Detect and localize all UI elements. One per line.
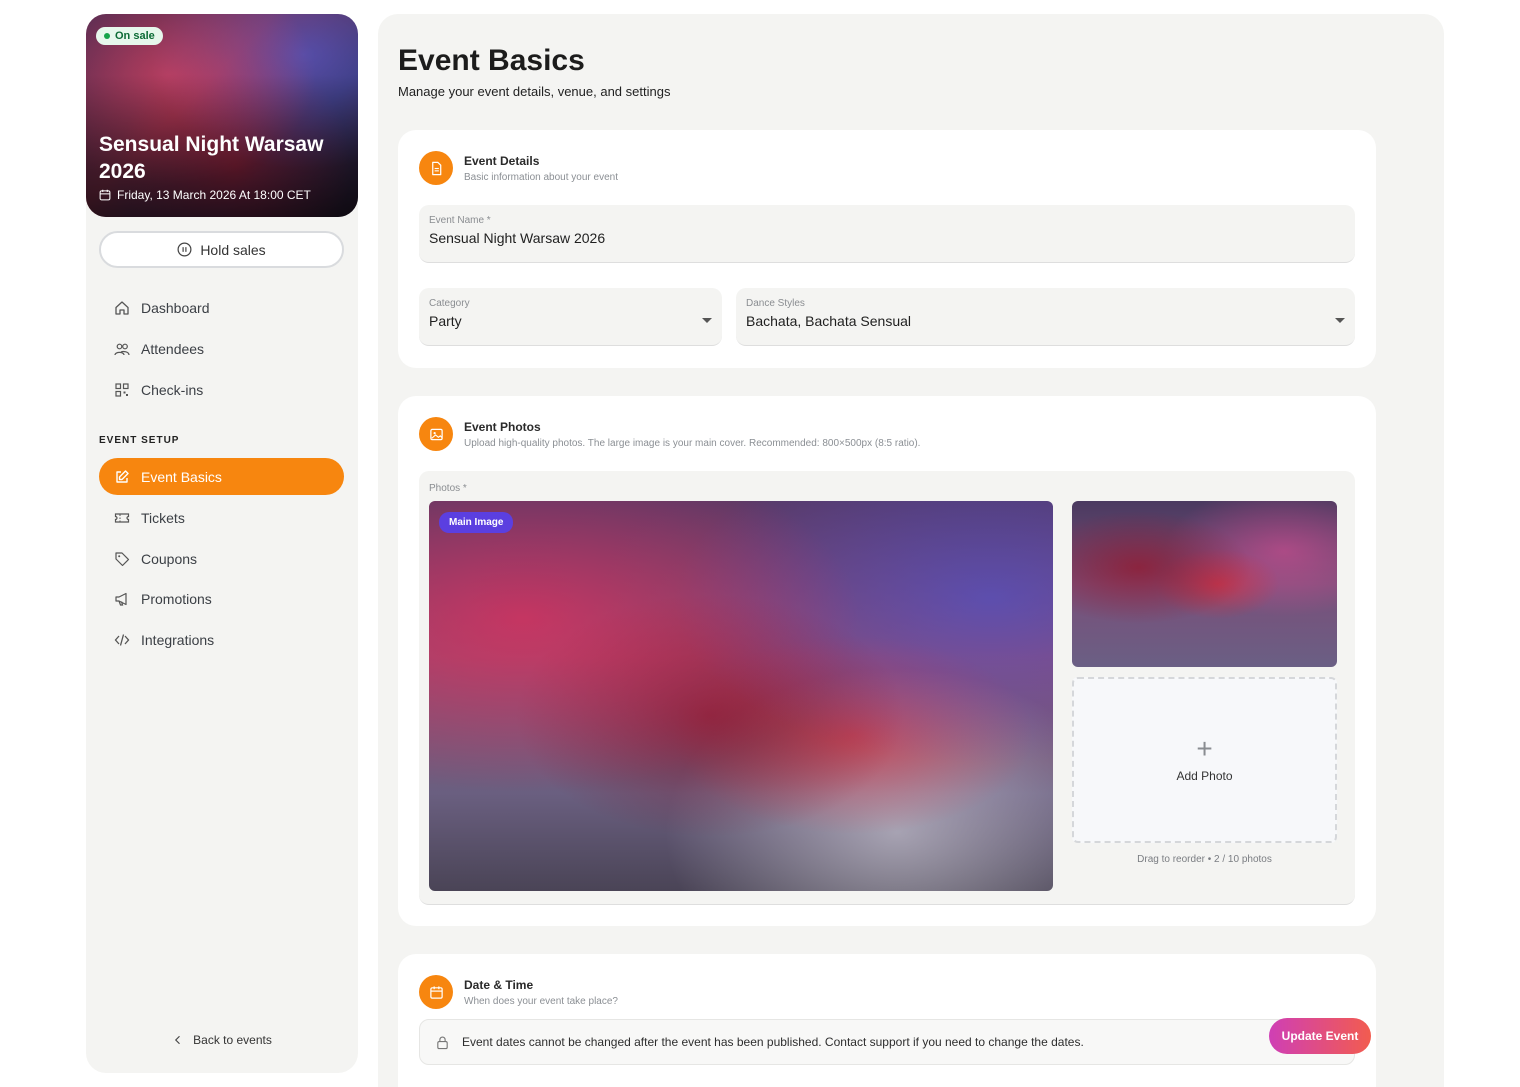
on-sale-badge: On sale — [96, 27, 163, 45]
category-select[interactable]: Category Party — [419, 288, 722, 346]
calendar-icon — [419, 975, 453, 1009]
ticket-icon — [114, 512, 130, 523]
back-to-events-link[interactable]: Back to events — [86, 1033, 358, 1047]
photos-label: Photos * — [429, 483, 467, 494]
event-photos-header: Event Photos Upload high-quality photos.… — [419, 417, 920, 451]
date-time-title: Date & Time — [464, 978, 534, 992]
calendar-icon — [99, 189, 111, 201]
home-icon — [115, 300, 129, 315]
nav-item-dashboard[interactable]: Dashboard — [99, 289, 344, 326]
reorder-hint: Drag to reorder • 2 / 10 photos — [1137, 854, 1272, 865]
update-event-button[interactable]: Update Event — [1269, 1018, 1371, 1054]
date-time-header: Date & Time When does your event take pl… — [419, 975, 618, 1009]
dance-styles-label: Dance Styles — [746, 298, 805, 309]
event-photos-card: Event Photos Upload high-quality photos.… — [398, 396, 1376, 926]
page-subtitle: Manage your event details, venue, and se… — [398, 84, 671, 99]
dance-styles-value: Bachata, Bachata Sensual — [746, 313, 912, 329]
image-icon — [419, 417, 453, 451]
megaphone-icon — [115, 592, 127, 606]
dates-locked-notice: Event dates cannot be changed after the … — [419, 1019, 1355, 1065]
event-name-label: Event Name * — [429, 215, 491, 226]
edit-icon — [116, 469, 129, 483]
photos-field: Photos * Main Image + Add Photo Drag to … — [419, 471, 1355, 905]
nav-item-check-ins[interactable]: Check-ins — [99, 371, 344, 408]
main-content: Event Basics Manage your event details, … — [378, 14, 1444, 1087]
chevron-down-icon — [1335, 318, 1345, 323]
event-details-card: Event Details Basic information about yo… — [398, 130, 1376, 368]
main-event-photo[interactable]: Main Image — [429, 501, 1053, 891]
add-photo-label: Add Photo — [1176, 769, 1233, 783]
date-time-desc: When does your event take place? — [464, 996, 618, 1007]
event-details-header: Event Details Basic information about yo… — [419, 151, 618, 185]
event-photos-desc: Upload high-quality photos. The large im… — [464, 438, 921, 449]
event-date: Friday, 13 March 2026 At 18:00 CET — [99, 188, 311, 202]
plus-icon: + — [1196, 733, 1213, 764]
event-setup-section-label: EVENT SETUP — [99, 435, 180, 446]
nav-item-event-basics[interactable]: Event Basics — [99, 458, 344, 495]
category-value: Party — [429, 313, 462, 329]
event-name-field[interactable]: Event Name * Sensual Night Warsaw 2026 — [419, 205, 1355, 263]
nav-item-integrations[interactable]: Integrations — [99, 621, 344, 658]
event-title: Sensual Night Warsaw 2026 — [99, 133, 324, 183]
hold-sales-button[interactable]: Hold sales — [99, 231, 344, 268]
sidebar: On sale Sensual Night Warsaw 2026 Friday… — [86, 14, 358, 1073]
tag-icon — [115, 551, 130, 566]
event-hero-card: On sale Sensual Night Warsaw 2026 Friday… — [86, 14, 358, 217]
nav-item-attendees[interactable]: Attendees — [99, 330, 344, 367]
event-name-value[interactable]: Sensual Night Warsaw 2026 — [429, 230, 605, 246]
main-image-badge: Main Image — [439, 512, 514, 533]
code-icon — [114, 633, 130, 646]
event-photo-thumbnail[interactable] — [1072, 501, 1337, 667]
nav-item-promotions[interactable]: Promotions — [99, 580, 344, 617]
lock-icon — [437, 1036, 448, 1049]
dance-styles-select[interactable]: Dance Styles Bachata, Bachata Sensual — [736, 288, 1355, 346]
event-details-desc: Basic information about your event — [464, 172, 618, 183]
document-icon — [419, 151, 453, 185]
status-dot-icon — [104, 33, 110, 39]
nav-item-coupons[interactable]: Coupons — [99, 540, 344, 577]
add-photo-button[interactable]: + Add Photo — [1072, 677, 1337, 843]
event-photos-title: Event Photos — [464, 420, 541, 434]
pause-icon — [177, 242, 192, 257]
category-label: Category — [429, 298, 470, 309]
chevron-left-icon — [175, 1035, 181, 1045]
users-icon — [114, 343, 130, 355]
event-details-title: Event Details — [464, 154, 540, 168]
page-title: Event Basics — [398, 44, 585, 77]
nav-item-tickets[interactable]: Tickets — [99, 499, 344, 536]
date-time-card: Date & Time When does your event take pl… — [398, 954, 1376, 1087]
qr-code-icon — [115, 382, 129, 397]
chevron-down-icon — [702, 318, 712, 323]
